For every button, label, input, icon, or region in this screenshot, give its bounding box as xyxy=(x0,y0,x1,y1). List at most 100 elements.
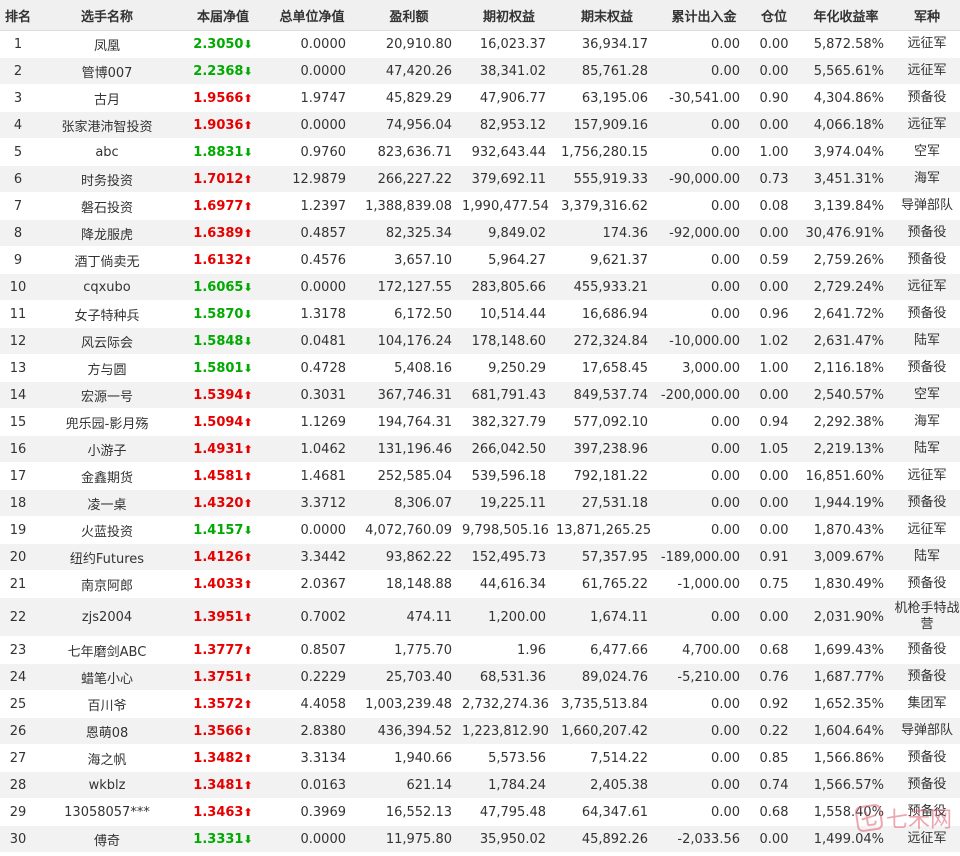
cell-start-equity: 932,643.44 xyxy=(462,138,556,166)
col-net-flow[interactable]: 累计出入金 xyxy=(658,0,750,31)
arrow-down-icon: ⬇ xyxy=(243,37,253,51)
table-row[interactable]: 30 傅奇 1.3331⬇ 0.0000 11,975.80 35,950.02 45,89… xyxy=(0,825,960,853)
nav-value: 1.3777 xyxy=(193,642,244,658)
table-row[interactable]: 2 管博007 2.2368⬇ 0.0000 47,420.26 38,341.02 85,… xyxy=(0,57,960,85)
col-position[interactable]: 仓位 xyxy=(750,0,798,31)
cell-player-name[interactable]: 兜乐园-影月殇 xyxy=(36,408,178,436)
cell-player-name[interactable]: 女子特种兵 xyxy=(36,300,178,328)
table-row[interactable]: 27 海之帆 1.3482⬆ 3.3134 1,940.66 5,573.56 7,514.… xyxy=(0,744,960,772)
cell-player-name[interactable]: 凌一桌 xyxy=(36,489,178,517)
table-row[interactable]: 23 七年磨剑ABC 1.3777⬆ 0.8507 1,775.70 1.96 6,477.… xyxy=(0,636,960,664)
cell-player-name[interactable]: 时务投资 xyxy=(36,165,178,193)
table-row[interactable]: 14 宏源一号 1.5394⬆ 0.3031 367,746.31 681,791.43 8… xyxy=(0,381,960,409)
cell-player-name[interactable]: 海之帆 xyxy=(36,744,178,772)
cell-branch: 预备役 xyxy=(894,771,960,799)
cell-player-name[interactable]: 恩萌08 xyxy=(36,717,178,745)
cell-player-name[interactable]: 蜡笔小心 xyxy=(36,663,178,691)
table-row[interactable]: 18 凌一桌 1.4320⬆ 3.3712 8,306.07 19,225.11 27,53… xyxy=(0,489,960,517)
table-row[interactable]: 24 蜡笔小心 1.3751⬆ 0.2229 25,703.40 68,531.36 89,… xyxy=(0,663,960,691)
table-row[interactable]: 4 张家港沛智投资 1.9036⬆ 0.0000 74,956.04 82,953.12 1… xyxy=(0,111,960,139)
cell-branch: 远征军 xyxy=(894,462,960,490)
cell-player-name[interactable]: wkblz xyxy=(36,771,178,799)
cell-branch: 预备役 xyxy=(894,84,960,112)
cell-player-name[interactable]: 火蓝投资 xyxy=(36,516,178,544)
cell-rank: 30 xyxy=(0,825,36,853)
table-row[interactable]: 26 恩萌08 1.3566⬆ 2.8380 436,394.52 1,223,812.9… xyxy=(0,717,960,745)
table-row[interactable]: 9 酒丁倘卖无 1.6132⬆ 0.4576 3,657.10 5,964.27 9,621… xyxy=(0,246,960,274)
table-row[interactable]: 16 小游子 1.4931⬆ 1.0462 131,196.46 266,042.50 39… xyxy=(0,435,960,463)
cell-player-name[interactable]: 风云际会 xyxy=(36,327,178,355)
cell-player-name[interactable]: 凤凰 xyxy=(36,30,178,58)
cell-profit: 474.11 xyxy=(356,597,462,637)
arrow-up-icon: ⬆ xyxy=(243,388,253,402)
table-row[interactable]: 8 降龙服虎 1.6389⬆ 0.4857 82,325.34 9,849.02 174.3… xyxy=(0,219,960,247)
cell-start-equity: 382,327.79 xyxy=(462,408,556,436)
col-annual-return[interactable]: 年化收益率 xyxy=(798,0,894,31)
cell-nav: 1.4157⬇ xyxy=(178,516,268,544)
cell-branch: 远征军 xyxy=(894,516,960,544)
cell-branch: 陆军 xyxy=(894,327,960,355)
cell-branch: 远征军 xyxy=(894,30,960,58)
cell-player-name[interactable]: 张家港沛智投资 xyxy=(36,111,178,139)
cell-total-nav: 3.3442 xyxy=(268,543,356,571)
cell-player-name[interactable]: 13058057*** xyxy=(36,798,178,826)
cell-start-equity: 266,042.50 xyxy=(462,435,556,463)
table-row[interactable]: 25 百川爷 1.3572⬆ 4.4058 1,003,239.48 2,732,274.… xyxy=(0,690,960,718)
cell-player-name[interactable]: 古月 xyxy=(36,84,178,112)
cell-end-equity: 17,658.45 xyxy=(556,354,658,382)
cell-position: 0.59 xyxy=(750,246,798,274)
cell-player-name[interactable]: 七年磨剑ABC xyxy=(36,636,178,664)
col-profit[interactable]: 盈利额 xyxy=(356,0,462,31)
cell-player-name[interactable]: 管博007 xyxy=(36,57,178,85)
cell-player-name[interactable]: 酒丁倘卖无 xyxy=(36,246,178,274)
table-row[interactable]: 17 金鑫期货 1.4581⬆ 1.4681 252,585.04 539,596.18 7… xyxy=(0,462,960,490)
cell-player-name[interactable]: 小游子 xyxy=(36,435,178,463)
col-total-nav[interactable]: 总单位净值 xyxy=(268,0,356,31)
table-row[interactable]: 7 磐石投资 1.6977⬆ 1.2397 1,388,839.08 1,990,477.… xyxy=(0,192,960,220)
arrow-up-icon: ⬆ xyxy=(243,550,253,564)
col-nav[interactable]: 本届净值 xyxy=(178,0,268,31)
cell-nav: 1.5801⬇ xyxy=(178,354,268,382)
cell-annual-return: 3,974.04% xyxy=(798,138,894,166)
table-row[interactable]: 13 方与圆 1.5801⬇ 0.4728 5,408.16 9,250.29 17,658… xyxy=(0,354,960,382)
cell-player-name[interactable]: abc xyxy=(36,138,178,166)
table-row[interactable]: 1 凤凰 2.3050⬇ 0.0000 20,910.80 16,023.37 36,934… xyxy=(0,30,960,58)
cell-player-name[interactable]: 宏源一号 xyxy=(36,381,178,409)
cell-player-name[interactable]: 傅奇 xyxy=(36,825,178,853)
cell-net-flow: -200,000.00 xyxy=(658,381,750,409)
table-row[interactable]: 28 wkblz 1.3481⬆ 0.0163 621.14 1,784.24 2,405.… xyxy=(0,771,960,799)
cell-player-name[interactable]: zjs2004 xyxy=(36,597,178,637)
table-row[interactable]: 21 南京阿郎 1.4033⬆ 2.0367 18,148.88 44,616.34 61,… xyxy=(0,570,960,598)
cell-net-flow: 0.00 xyxy=(658,138,750,166)
cell-profit: 74,956.04 xyxy=(356,111,462,139)
cell-player-name[interactable]: 磐石投资 xyxy=(36,192,178,220)
table-row[interactable]: 29 13058057*** 1.3463⬆ 0.3969 16,552.13 47,79… xyxy=(0,798,960,826)
cell-player-name[interactable]: 南京阿郎 xyxy=(36,570,178,598)
cell-player-name[interactable]: 百川爷 xyxy=(36,690,178,718)
cell-nav: 1.3566⬆ xyxy=(178,717,268,745)
nav-value: 1.9566 xyxy=(193,90,244,106)
cell-end-equity: 397,238.96 xyxy=(556,435,658,463)
col-rank[interactable]: 排名 xyxy=(0,0,36,31)
table-row[interactable]: 12 风云际会 1.5848⬇ 0.0481 104,176.24 178,148.60 2… xyxy=(0,327,960,355)
cell-player-name[interactable]: cqxubo xyxy=(36,273,178,301)
table-row[interactable]: 15 兜乐园-影月殇 1.5094⬆ 1.1269 194,764.31 382,327.… xyxy=(0,408,960,436)
cell-profit: 6,172.50 xyxy=(356,300,462,328)
table-row[interactable]: 11 女子特种兵 1.5870⬇ 1.3178 6,172.50 10,514.44 16,… xyxy=(0,300,960,328)
cell-player-name[interactable]: 纽约Futures xyxy=(36,543,178,571)
table-row[interactable]: 19 火蓝投资 1.4157⬇ 0.0000 4,072,760.09 9,798,505… xyxy=(0,516,960,544)
cell-player-name[interactable]: 金鑫期货 xyxy=(36,462,178,490)
table-row[interactable]: 10 cqxubo 1.6065⬇ 0.0000 172,127.55 283,805.6… xyxy=(0,273,960,301)
table-row[interactable]: 3 古月 1.9566⬆ 1.9747 45,829.29 47,906.77 63,195… xyxy=(0,84,960,112)
col-start-equity[interactable]: 期初权益 xyxy=(462,0,556,31)
table-row[interactable]: 20 纽约Futures 1.4126⬆ 3.3442 93,862.22 152,495… xyxy=(0,543,960,571)
cell-position: 0.00 xyxy=(750,111,798,139)
col-name[interactable]: 选手名称 xyxy=(36,0,178,31)
cell-player-name[interactable]: 降龙服虎 xyxy=(36,219,178,247)
table-row[interactable]: 6 时务投资 1.7012⬆ 12.9879 266,227.22 379,692.11 5… xyxy=(0,165,960,193)
col-end-equity[interactable]: 期末权益 xyxy=(556,0,658,31)
cell-player-name[interactable]: 方与圆 xyxy=(36,354,178,382)
table-row[interactable]: 5 abc 1.8831⬇ 0.9760 823,636.71 932,643.44 1,7… xyxy=(0,138,960,166)
table-row[interactable]: 22 zjs2004 1.3951⬆ 0.7002 474.11 1,200.00 1,67… xyxy=(0,597,960,637)
col-branch[interactable]: 军种 xyxy=(894,0,960,31)
